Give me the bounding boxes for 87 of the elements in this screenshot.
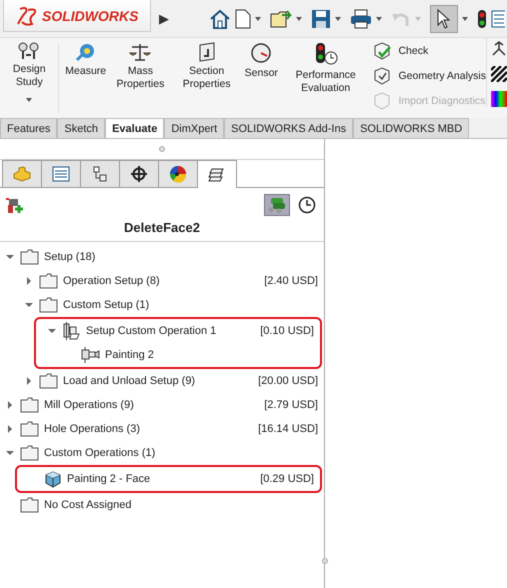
- collapsed-arrow-icon[interactable]: [6, 401, 14, 409]
- traffic-light-icon[interactable]: [477, 8, 487, 28]
- view-toggle-button[interactable]: [264, 194, 290, 216]
- zebra-stripes-icon[interactable]: [491, 66, 507, 82]
- scales-icon: [129, 42, 152, 62]
- folder-icon: [20, 397, 39, 413]
- ribbon-tab[interactable]: Features: [0, 118, 58, 138]
- caret-icon[interactable]: [376, 16, 382, 20]
- folder-icon: [39, 273, 58, 289]
- add-operation-icon[interactable]: [6, 196, 24, 214]
- caret-icon[interactable]: [255, 16, 261, 20]
- app-logo: SOLIDWORKS: [3, 0, 151, 32]
- tree-item[interactable]: Operation Setup (8) [2.40 USD]: [0, 269, 324, 293]
- ribbon-button[interactable]: Check: [372, 41, 486, 61]
- panel-tab[interactable]: [197, 160, 237, 188]
- panel-tab[interactable]: [41, 160, 81, 187]
- panel-tab[interactable]: [119, 160, 159, 187]
- save-icon[interactable]: [311, 8, 331, 28]
- machine-tool-icon: [62, 322, 81, 340]
- ribbon-tab[interactable]: Evaluate: [105, 118, 164, 138]
- document-icon[interactable]: [235, 8, 251, 28]
- folder-icon: [20, 497, 39, 513]
- ribbon-button[interactable]: Geometry Analysis: [372, 66, 486, 86]
- printer-icon[interactable]: [350, 8, 372, 28]
- home-icon[interactable]: [209, 8, 231, 28]
- select-button[interactable]: [430, 4, 458, 32]
- caret-icon[interactable]: [296, 16, 302, 20]
- folder-icon: [39, 297, 58, 313]
- tape-measure-icon: [74, 42, 97, 62]
- tree-item[interactable]: Painting 2: [36, 343, 320, 367]
- folder-icon: [20, 421, 39, 437]
- ribbon-tab[interactable]: SOLIDWORKS Add-Ins: [224, 118, 354, 138]
- part-icon: [13, 166, 31, 182]
- appearance-ball-icon: [169, 165, 187, 183]
- section-icon: [196, 42, 217, 62]
- crosshair-icon: [130, 165, 148, 183]
- ribbon-tab[interactable]: SOLIDWORKS MBD: [353, 118, 470, 138]
- tree-item[interactable]: Custom Operations (1): [0, 441, 324, 465]
- tree-item[interactable]: Painting 2 - Face [0.29 USD]: [17, 467, 320, 491]
- collapsed-arrow-icon[interactable]: [25, 377, 33, 385]
- ribbon-button[interactable]: Performance Evaluation: [280, 38, 370, 95]
- ribbon-button[interactable]: Design Study: [0, 38, 56, 102]
- tree-item[interactable]: Custom Setup (1): [0, 293, 324, 317]
- splitter-handle-icon[interactable]: [322, 558, 328, 564]
- expanded-arrow-icon[interactable]: [25, 301, 33, 309]
- list-icon[interactable]: [491, 8, 505, 28]
- collapsed-arrow-icon[interactable]: [6, 425, 14, 433]
- bolts-icon: [18, 42, 40, 60]
- clock-icon[interactable]: [298, 196, 316, 214]
- panel-tab[interactable]: [80, 160, 120, 187]
- cursor-icon: [437, 8, 451, 28]
- tree-item[interactable]: Setup Custom Operation 1 [0.10 USD]: [36, 319, 320, 343]
- ribbon-tab[interactable]: Sketch: [57, 118, 106, 138]
- expanded-arrow-icon[interactable]: [6, 253, 14, 261]
- tree-item[interactable]: Hole Operations (3) [16.14 USD]: [0, 417, 324, 441]
- tree-item[interactable]: Load and Unload Setup (9) [20.00 USD]: [0, 369, 324, 393]
- expand-arrow[interactable]: ▶: [159, 11, 169, 26]
- expanded-arrow-icon[interactable]: [6, 449, 14, 457]
- cost-stack-icon: [208, 166, 226, 182]
- tree-item[interactable]: Mill Operations (9) [2.79 USD]: [0, 393, 324, 417]
- splitter-handle-icon[interactable]: [159, 146, 165, 152]
- ribbon-button[interactable]: Section Properties: [172, 38, 242, 91]
- ribbon-button[interactable]: Measure: [62, 38, 110, 78]
- gauge-icon: [250, 42, 272, 64]
- caret-icon[interactable]: [335, 16, 341, 20]
- property-list-icon: [52, 166, 70, 182]
- configuration-tree-icon: [92, 166, 108, 182]
- cube-icon: [43, 470, 62, 488]
- expanded-arrow-icon[interactable]: [48, 327, 56, 335]
- folder-icon: [20, 445, 39, 461]
- money-stack-icon: [268, 196, 286, 214]
- caret-icon[interactable]: [26, 98, 32, 102]
- part-title: DeleteFace2: [0, 216, 324, 242]
- curvature-icon[interactable]: [491, 91, 507, 107]
- folder-icon[interactable]: [270, 8, 292, 28]
- folder-icon: [20, 249, 39, 265]
- ribbon-tab[interactable]: DimXpert: [164, 118, 224, 138]
- tree-item[interactable]: No Cost Assigned: [0, 493, 324, 517]
- caret-icon[interactable]: [462, 16, 468, 20]
- ribbon-button[interactable]: Mass Properties: [109, 38, 172, 91]
- tree-item[interactable]: Setup (18): [0, 245, 324, 269]
- collapsed-arrow-icon[interactable]: [25, 277, 33, 285]
- panel-tab[interactable]: [158, 160, 198, 187]
- ribbon-button[interactable]: Sensor: [242, 38, 281, 80]
- axes-icon[interactable]: [491, 41, 507, 57]
- spray-tool-icon: [81, 346, 100, 364]
- folder-icon: [39, 373, 58, 389]
